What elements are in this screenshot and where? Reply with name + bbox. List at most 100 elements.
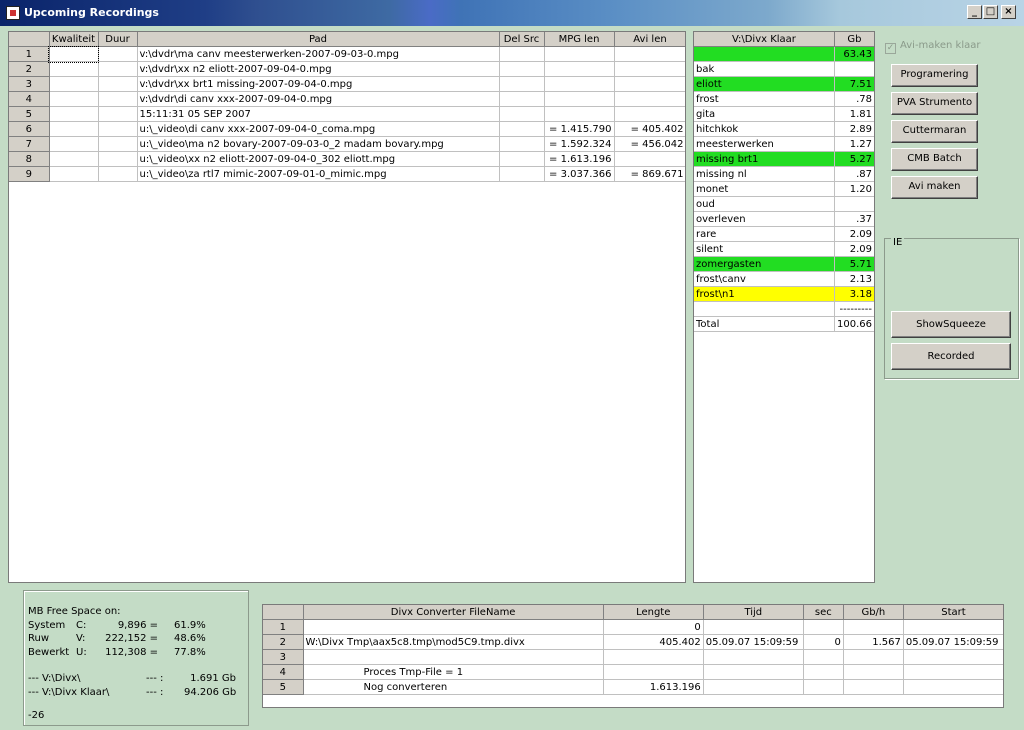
folder-name-cell[interactable]: frost\canv xyxy=(694,271,835,287)
avi-len-cell[interactable] xyxy=(614,91,685,107)
divx-folder-row[interactable]: frost .78 xyxy=(694,91,874,107)
folder-gb-cell[interactable]: 63.43 xyxy=(834,46,874,62)
row-number[interactable]: 9 xyxy=(9,166,50,182)
del-src-cell[interactable] xyxy=(499,61,545,77)
lengte-cell[interactable]: 405.402 xyxy=(603,634,704,650)
lengte-cell[interactable]: 1.613.196 xyxy=(603,679,704,695)
folder-gb-cell[interactable] xyxy=(834,196,874,212)
avi-len-cell[interactable] xyxy=(614,106,685,122)
column-header-lengte[interactable]: Lengte xyxy=(603,605,704,620)
tijd-cell[interactable] xyxy=(703,619,804,635)
row-number[interactable]: 2 xyxy=(263,634,304,650)
column-header-gbh[interactable]: Gb/h xyxy=(843,605,904,620)
folder-name-cell[interactable]: oud xyxy=(694,196,835,212)
folder-gb-cell[interactable]: 5.27 xyxy=(834,151,874,167)
folder-gb-cell[interactable]: .78 xyxy=(834,91,874,107)
row-number[interactable]: 4 xyxy=(9,91,50,107)
filename-cell[interactable]: Proces Tmp-File = 1 xyxy=(303,664,604,680)
duur-cell[interactable] xyxy=(98,151,138,167)
maximize-button[interactable]: □ xyxy=(983,5,998,19)
recording-row[interactable]: 6 u:\_video\di canv xxx-2007-09-04-0_coma… xyxy=(9,121,685,137)
folder-name-cell[interactable]: gita xyxy=(694,106,835,122)
divx-folder-row[interactable]: missing nl .87 xyxy=(694,166,874,182)
kwaliteit-cell[interactable] xyxy=(49,136,99,152)
kwaliteit-cell[interactable] xyxy=(49,151,99,167)
divx-folder-row[interactable]: meesterwerken 1.27 xyxy=(694,136,874,152)
folder-gb-cell[interactable]: 2.13 xyxy=(834,271,874,287)
pad-cell[interactable]: u:\_video\ma n2 bovary-2007-09-03-0_2 ma… xyxy=(137,136,500,152)
mpg-len-cell[interactable] xyxy=(544,76,615,92)
avi-len-cell[interactable] xyxy=(614,151,685,167)
divx-folder-row[interactable]: overleven .37 xyxy=(694,211,874,227)
start-cell[interactable] xyxy=(903,664,1003,680)
folder-gb-cell[interactable]: .87 xyxy=(834,166,874,182)
mpg-len-cell[interactable] xyxy=(544,91,615,107)
divx-folder-row[interactable]: hitchkok 2.89 xyxy=(694,121,874,137)
duur-cell[interactable] xyxy=(98,121,138,137)
gbh-cell[interactable]: 1.567 xyxy=(843,634,904,650)
del-src-cell[interactable] xyxy=(499,166,545,182)
avi-len-cell[interactable] xyxy=(614,76,685,92)
tijd-cell[interactable] xyxy=(703,679,804,695)
duur-cell[interactable] xyxy=(98,76,138,92)
folder-name-cell[interactable]: frost\n1 xyxy=(694,286,835,302)
row-number[interactable]: 5 xyxy=(9,106,50,122)
gbh-cell[interactable] xyxy=(843,664,904,680)
programering-button[interactable]: Programering xyxy=(891,64,978,87)
folder-name-cell[interactable]: hitchkok xyxy=(694,121,835,137)
pad-cell[interactable]: u:\_video\za rtl7 mimic-2007-09-01-0_mim… xyxy=(137,166,500,182)
column-header-divx-klaar[interactable]: V:\Divx Klaar xyxy=(694,32,835,47)
divx-klaar-grid[interactable]: V:\Divx Klaar Gb 63.43 bak eliott 7.51 frost… xyxy=(693,31,875,583)
start-cell[interactable] xyxy=(903,649,1003,665)
sec-cell[interactable] xyxy=(803,664,844,680)
cmb-batch-button[interactable]: CMB Batch xyxy=(891,148,978,171)
folder-name-cell[interactable]: missing nl xyxy=(694,166,835,182)
folder-gb-cell[interactable]: 100.66 xyxy=(834,316,874,332)
converter-row[interactable]: 2 W:\Divx Tmp\aax5c8.tmp\mod5C9.tmp.divx 4… xyxy=(263,634,1003,650)
divx-folder-row[interactable]: 63.43 xyxy=(694,46,874,62)
divx-folder-row[interactable]: frost\n1 3.18 xyxy=(694,286,874,302)
tijd-cell[interactable] xyxy=(703,664,804,680)
lengte-cell[interactable] xyxy=(603,664,704,680)
folder-name-cell[interactable]: Total xyxy=(694,316,835,332)
folder-gb-cell[interactable]: --------- xyxy=(834,301,874,317)
folder-name-cell[interactable]: silent xyxy=(694,241,835,257)
row-number[interactable]: 3 xyxy=(9,76,50,92)
column-header-start[interactable]: Start xyxy=(903,605,1003,620)
folder-name-cell[interactable]: overleven xyxy=(694,211,835,227)
pva-strumento-button[interactable]: PVA Strumento xyxy=(891,92,978,115)
avi-len-cell[interactable] xyxy=(614,61,685,77)
recordings-grid[interactable]: Kwaliteit Duur Pad Del Src MPG len Avi l… xyxy=(8,31,686,583)
gbh-cell[interactable] xyxy=(843,679,904,695)
start-cell[interactable]: 05.09.07 15:09:59 xyxy=(903,634,1003,650)
recording-row[interactable]: 5 15:11:31 05 SEP 2007 xyxy=(9,106,685,122)
mpg-len-cell[interactable]: = 1.613.196 xyxy=(544,151,615,167)
folder-gb-cell[interactable]: 2.09 xyxy=(834,241,874,257)
pad-cell[interactable]: v:\dvdr\ma canv meesterwerken-2007-09-03… xyxy=(137,46,500,62)
kwaliteit-cell[interactable] xyxy=(49,76,99,92)
folder-gb-cell[interactable] xyxy=(834,61,874,77)
gbh-cell[interactable] xyxy=(843,619,904,635)
divx-folder-row[interactable]: frost\canv 2.13 xyxy=(694,271,874,287)
column-header-avi-len[interactable]: Avi len xyxy=(614,32,685,47)
tijd-cell[interactable]: 05.09.07 15:09:59 xyxy=(703,634,804,650)
start-cell[interactable] xyxy=(903,619,1003,635)
folder-gb-cell[interactable]: 2.89 xyxy=(834,121,874,137)
divx-folder-row[interactable]: monet 1.20 xyxy=(694,181,874,197)
divx-folder-row[interactable]: oud xyxy=(694,196,874,212)
folder-name-cell[interactable]: monet xyxy=(694,181,835,197)
pad-cell[interactable]: v:\dvdr\xx brt1 missing-2007-09-04-0.mpg xyxy=(137,76,500,92)
row-number[interactable]: 4 xyxy=(263,664,304,680)
recording-row[interactable]: 9 u:\_video\za rtl7 mimic-2007-09-01-0_mi… xyxy=(9,166,685,182)
duur-cell[interactable] xyxy=(98,136,138,152)
row-number[interactable]: 5 xyxy=(263,679,304,695)
sec-cell[interactable] xyxy=(803,619,844,635)
sec-cell[interactable] xyxy=(803,649,844,665)
lengte-cell[interactable] xyxy=(603,649,704,665)
gbh-cell[interactable] xyxy=(843,649,904,665)
column-header-gb[interactable]: Gb xyxy=(834,32,874,47)
close-button[interactable]: × xyxy=(1001,5,1016,19)
filename-cell[interactable] xyxy=(303,649,604,665)
folder-name-cell[interactable]: meesterwerken xyxy=(694,136,835,152)
avi-maken-button[interactable]: Avi maken xyxy=(891,176,978,199)
